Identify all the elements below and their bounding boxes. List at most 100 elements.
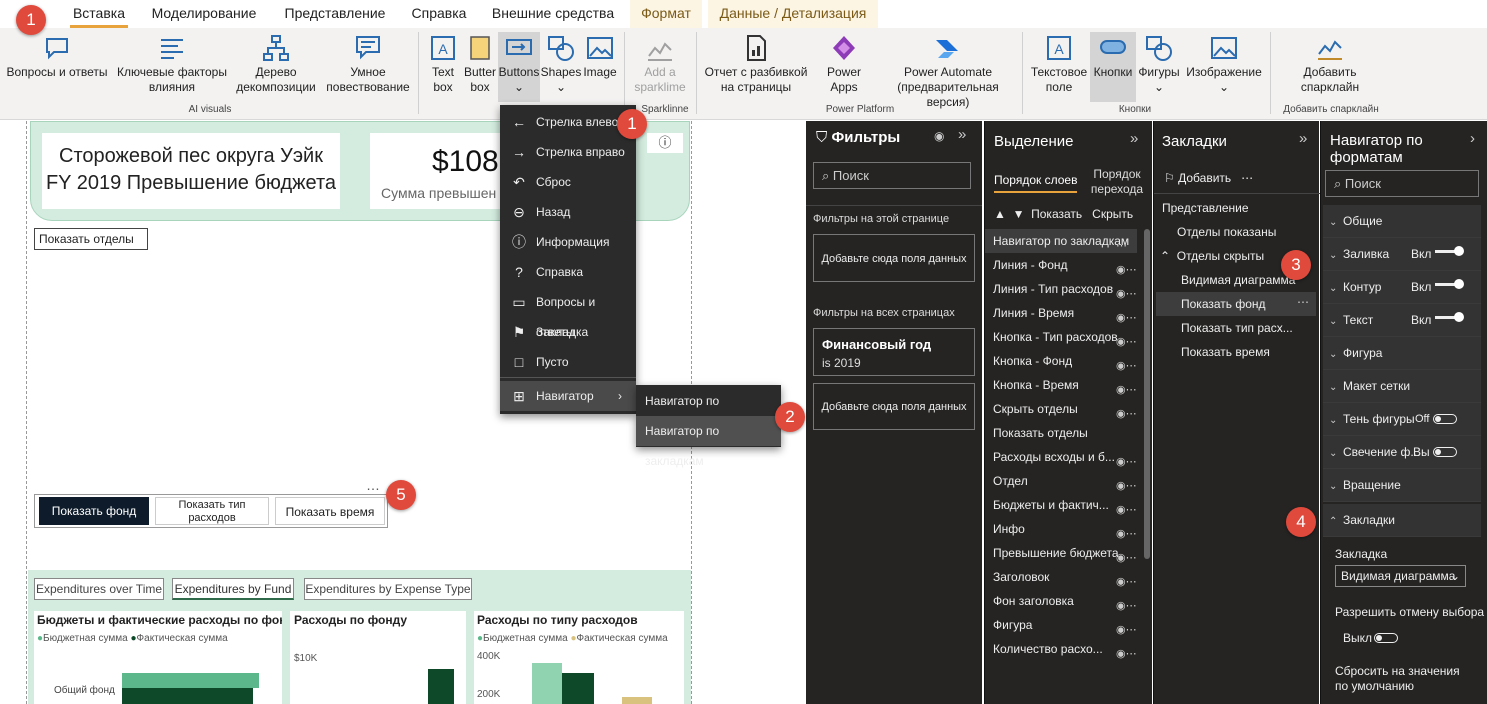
format-section-bookmarks[interactable]: ⌃ Закладки xyxy=(1323,504,1481,537)
bookmark-group[interactable]: ⌃ Отделы скрыты xyxy=(1160,249,1264,263)
menu-item-info[interactable]: ⓘ Информация xyxy=(500,227,636,257)
bookmark-item[interactable]: Показать время xyxy=(1181,345,1270,359)
text-toggle[interactable] xyxy=(1435,312,1464,322)
nav-button-type[interactable]: Показать тип расходов xyxy=(155,497,269,525)
format-section-rotation[interactable]: ⌄ Вращение xyxy=(1323,469,1481,502)
paginated-report-button[interactable]: Отчет с разбивкой на страницы xyxy=(702,32,810,95)
format-section-shadow[interactable]: ⌄ Тень фигуры Off xyxy=(1323,403,1481,436)
menu-item-help[interactable]: ? Справка xyxy=(500,257,636,287)
selection-scrollbar[interactable] xyxy=(1144,229,1150,559)
butterbox-button[interactable]: Butter box xyxy=(462,32,498,95)
text-field-button[interactable]: A Текстовое поле xyxy=(1028,32,1090,95)
menu-item-qa[interactable]: ▭ Вопросы и ответы xyxy=(500,287,636,339)
menu-item-arrow-right[interactable]: → Стрелка вправо xyxy=(500,137,636,167)
selection-row[interactable]: Количество расхо... xyxy=(993,642,1103,656)
bookmark-select[interactable]: Видимая диаграмма ⌄ xyxy=(1335,565,1466,587)
submenu-bookmark-navigator[interactable]: Навигатор по закладкам xyxy=(636,416,781,468)
power-automate-button[interactable]: Power Automate (предварительная версия) xyxy=(878,32,1018,110)
key-influencers-button[interactable]: Ключевые факторы влияния xyxy=(114,32,230,95)
submenu-page-navigator[interactable]: Навигатор по страницам xyxy=(636,386,781,438)
selection-row[interactable]: Инфо xyxy=(993,522,1025,536)
tab-expenditures-time[interactable]: Expenditures over Time xyxy=(34,578,164,600)
selection-row[interactable]: Кнопка - Фонд xyxy=(993,354,1072,368)
qa-button[interactable]: Вопросы и ответы xyxy=(4,32,110,80)
tab-modeling[interactable]: Моделирование xyxy=(144,0,264,28)
menu-item-blank[interactable]: □ Пусто xyxy=(500,347,636,377)
more-options-icon[interactable]: … xyxy=(366,477,380,493)
format-section-shape[interactable]: ⌄ Фигура xyxy=(1323,337,1481,370)
chevron-right-icon[interactable]: › xyxy=(1470,130,1475,147)
glow-toggle[interactable] xyxy=(1433,447,1457,457)
textbox-button[interactable]: A Text box xyxy=(424,32,462,95)
format-section-fill[interactable]: ⌄ Заливка Вкл xyxy=(1323,238,1481,271)
show-depts-button[interactable]: Показать отделы xyxy=(34,228,148,250)
outline-toggle[interactable] xyxy=(1435,279,1464,289)
move-down-icon[interactable]: ▼ xyxy=(1013,207,1025,221)
shadow-toggle[interactable] xyxy=(1433,414,1457,424)
selection-row[interactable]: Бюджеты и фактич... xyxy=(993,498,1109,512)
bookmark-item[interactable]: Отделы показаны xyxy=(1177,225,1276,239)
selection-row[interactable]: Кнопка - Время xyxy=(993,378,1079,392)
selection-row[interactable]: Линия - Время xyxy=(993,306,1074,320)
selection-row[interactable]: Линия - Фонд xyxy=(993,258,1068,272)
tab-view[interactable]: Представление xyxy=(280,0,390,28)
izobrazhenie-button[interactable]: Изображение ⌄ xyxy=(1184,32,1264,95)
bookmark-item[interactable]: Показать тип расх... xyxy=(1181,321,1293,335)
tab-data-drill[interactable]: Данные / Детализация xyxy=(708,0,878,28)
fill-toggle[interactable] xyxy=(1435,246,1464,256)
reset-defaults-link[interactable]: Сбросить на значения по умолчанию xyxy=(1335,664,1475,694)
filter-card-fiscal-year[interactable]: Финансовый год is 2019 xyxy=(813,328,975,376)
collapse-icon[interactable]: » xyxy=(1130,130,1138,147)
image-button[interactable]: Image xyxy=(582,32,618,80)
format-section-text[interactable]: ⌄ Текст Вкл xyxy=(1323,304,1481,337)
menu-item-arrow-left[interactable]: ← Стрелка влево xyxy=(500,107,636,137)
decomposition-tree-button[interactable]: Дерево декомпозиции xyxy=(234,32,318,95)
shapes-button[interactable]: Shapes ⌄ xyxy=(540,32,582,95)
tab-layer-order[interactable]: Порядок слоев xyxy=(994,173,1078,193)
filters-search-input[interactable]: ⌕ Поиск xyxy=(813,162,971,189)
menu-item-back[interactable]: ⊖ Назад xyxy=(500,197,636,227)
selection-row[interactable]: Скрыть отделы xyxy=(993,402,1078,416)
nav-button-fund[interactable]: Показать фонд xyxy=(39,497,149,525)
buttons-dropdown[interactable]: Buttons ⌄ xyxy=(498,32,540,102)
selection-row[interactable]: Фигура xyxy=(993,618,1032,632)
tab-help[interactable]: Справка xyxy=(405,0,473,28)
menu-item-navigator[interactable]: ⊞ Навигатор › xyxy=(500,381,636,411)
eye-icon[interactable]: ◉ xyxy=(934,129,944,143)
more-options-icon[interactable]: ⋯ xyxy=(1241,171,1253,185)
selection-row[interactable]: Превышение бюджета xyxy=(993,546,1119,560)
filters-drop-zone-page[interactable]: Добавьте сюда поля данных xyxy=(813,234,975,282)
allow-deselect-toggle[interactable] xyxy=(1374,633,1398,643)
info-icon[interactable]: ⓘ xyxy=(647,133,683,153)
hide-all-button[interactable]: Скрыть xyxy=(1092,207,1133,221)
add-sparkline-ru-button[interactable]: Добавить спарклайн xyxy=(1290,32,1370,95)
move-up-icon[interactable]: ▲ xyxy=(994,207,1006,221)
bookmark-item[interactable]: Видимая диаграмма xyxy=(1181,273,1295,287)
selection-row[interactable]: Фон заголовка xyxy=(993,594,1074,608)
tab-format[interactable]: Формат xyxy=(630,0,702,28)
selection-row[interactable]: Показать отделы xyxy=(993,426,1088,440)
bookmark-item-selected[interactable]: Показать фонд xyxy=(1181,297,1266,311)
knopki-button[interactable]: Кнопки xyxy=(1090,32,1136,102)
selection-row[interactable]: Расходы всходы и б... xyxy=(993,450,1115,464)
selection-row[interactable]: Отдел xyxy=(993,474,1028,488)
add-sparkline-button[interactable]: Add a sparklime xyxy=(630,32,690,95)
tab-insert[interactable]: Вставка xyxy=(70,0,128,28)
visibility-icons[interactable]: ⋯ ◉⋯ ◉⋯ ◉⋯ ◉⋯ ◉⋯ ◉⋯ ◉⋯ ◉⋯ ◉⋯ ◉⋯ ◉⋯ ◉⋯ ◉⋯ ◉⋯ ◉⋯ ◉⋯ xyxy=(1116,234,1137,666)
selection-row[interactable]: Заголовок xyxy=(993,570,1049,584)
menu-item-reset[interactable]: ↶ Сброс xyxy=(500,167,636,197)
tab-external-tools[interactable]: Внешние средства xyxy=(488,0,618,28)
selection-row[interactable]: Навигатор по закладкам xyxy=(993,234,1129,248)
power-apps-button[interactable]: Power Apps xyxy=(812,32,876,95)
collapse-icon[interactable]: » xyxy=(1299,130,1307,147)
tab-expenditures-fund[interactable]: Expenditures by Fund xyxy=(172,578,294,600)
show-all-button[interactable]: Показать xyxy=(1031,207,1082,221)
format-section-outline[interactable]: ⌄ Контур Вкл xyxy=(1323,271,1481,304)
more-options-icon[interactable]: ⋯ xyxy=(1297,295,1309,309)
format-section-grid-layout[interactable]: ⌄ Макет сетки xyxy=(1323,370,1481,403)
format-section-glow[interactable]: ⌄ Свечение ф... Вы xyxy=(1323,436,1481,469)
filters-drop-zone-all[interactable]: Добавьте сюда поля данных xyxy=(813,383,975,430)
menu-item-bookmark[interactable]: ⚑ Закладка xyxy=(500,317,636,347)
collapse-icon[interactable]: » xyxy=(958,126,966,143)
add-bookmark-button[interactable]: ⚐ Добавить ⋯ xyxy=(1164,171,1253,185)
